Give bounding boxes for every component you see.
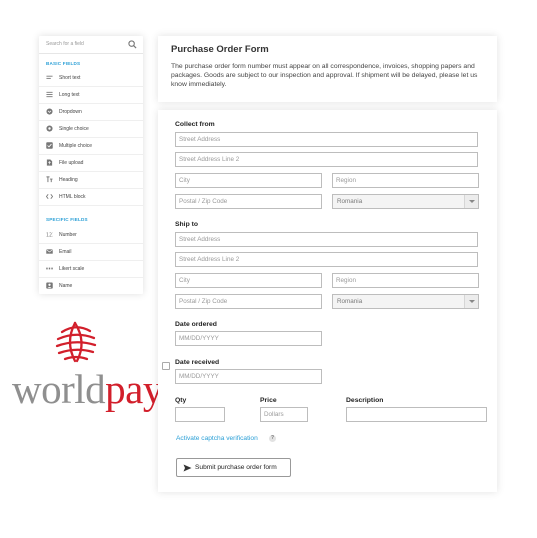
date-ordered-label: Date ordered: [175, 321, 217, 328]
ship-to-heading: Ship to: [175, 221, 199, 228]
page-title: Purchase Order Form: [171, 44, 269, 55]
heading-icon: [46, 176, 53, 183]
sidebar-item-label: Dropdown: [59, 109, 82, 115]
sidebar-item-label: Long text: [59, 92, 80, 98]
collect-city-input[interactable]: City: [175, 173, 322, 188]
date-received-label: Date received: [175, 359, 220, 366]
basic-fields-heading: BASIC FIELDS: [46, 61, 81, 66]
sidebar-item-label: Email: [59, 249, 72, 255]
sidebar-item-short-text[interactable]: Short text: [39, 70, 143, 87]
ship-region-input[interactable]: Region: [332, 273, 479, 288]
sidebar-item-label: Heading: [59, 177, 78, 183]
form-header-card: Purchase Order Form The purchase order f…: [158, 36, 497, 102]
sidebar-item-dropdown[interactable]: Dropdown: [39, 104, 143, 121]
checkbox-icon: [46, 142, 53, 149]
submit-button-label: Submit purchase order form: [195, 464, 277, 471]
date-received-input[interactable]: MM/DD/YYYY: [175, 369, 322, 384]
chevron-down-icon: [464, 295, 478, 308]
collect-region-input[interactable]: Region: [332, 173, 479, 188]
sidebar-item-name[interactable]: Name: [39, 278, 143, 295]
sidebar-item-html-block[interactable]: HTML block: [39, 189, 143, 206]
sidebar-item-label: Multiple choice: [59, 143, 93, 149]
field-search[interactable]: Search for a field: [39, 36, 143, 54]
logo-text-pay: pay: [105, 366, 163, 412]
chevron-down-icon: [464, 195, 478, 208]
sidebar-item-number[interactable]: 123 Number: [39, 227, 143, 244]
sidebar-item-label: HTML block: [59, 194, 86, 200]
description-input[interactable]: [346, 407, 487, 422]
sidebar-item-file-upload[interactable]: File upload: [39, 155, 143, 172]
email-icon: [46, 249, 53, 254]
collect-postal-input[interactable]: Postal / Zip Code: [175, 194, 322, 209]
dropdown-icon: [46, 108, 53, 115]
sidebar-item-single-choice[interactable]: Single choice: [39, 121, 143, 138]
sidebar-item-multiple-choice[interactable]: Multiple choice: [39, 138, 143, 155]
ship-postal-input[interactable]: Postal / Zip Code: [175, 294, 322, 309]
send-icon: [183, 464, 192, 472]
submit-button[interactable]: Submit purchase order form: [176, 458, 291, 477]
ship-city-input[interactable]: City: [175, 273, 322, 288]
ship-country-value: Romania: [337, 298, 363, 305]
collect-street-input[interactable]: Street Address: [175, 132, 478, 147]
qty-label: Qty: [175, 397, 187, 404]
logo-text-world: world: [12, 366, 106, 412]
upload-icon: [46, 159, 53, 166]
svg-text:123: 123: [46, 233, 53, 238]
collect-from-heading: Collect from: [175, 121, 215, 128]
price-label: Price: [260, 397, 277, 404]
ship-street2-input[interactable]: Street Address Line 2: [175, 252, 478, 267]
qty-input[interactable]: [175, 407, 225, 422]
collect-street2-input[interactable]: Street Address Line 2: [175, 152, 478, 167]
long-text-icon: [46, 91, 53, 98]
sidebar-item-likert-scale[interactable]: Likert scale: [39, 261, 143, 278]
sidebar-item-label: Likert scale: [59, 266, 85, 272]
help-icon[interactable]: ?: [269, 435, 276, 442]
short-text-icon: [46, 75, 53, 79]
date-received-checkbox[interactable]: [162, 362, 170, 370]
sidebar-item-email[interactable]: Email: [39, 244, 143, 261]
field-palette-sidebar: Search for a field BASIC FIELDS Short te…: [39, 36, 143, 294]
code-icon: [46, 194, 53, 199]
form-body-card: Collect from Street Address Street Addre…: [158, 110, 497, 492]
worldpay-globe-icon: [55, 321, 97, 363]
description-label: Description: [346, 397, 384, 404]
ship-country-select[interactable]: Romania: [332, 294, 479, 309]
name-icon: [46, 282, 53, 289]
likert-icon: [46, 267, 53, 270]
captcha-link[interactable]: Activate captcha verification: [176, 435, 258, 442]
field-search-input[interactable]: Search for a field: [46, 41, 84, 47]
price-input[interactable]: Dollars: [260, 407, 308, 422]
sidebar-item-label: File upload: [59, 160, 84, 166]
radio-icon: [46, 125, 53, 132]
sidebar-item-label: Name: [59, 283, 73, 289]
sidebar-item-label: Short text: [59, 75, 81, 81]
form-description: The purchase order form number must appe…: [171, 63, 478, 88]
search-icon[interactable]: [128, 40, 137, 49]
sidebar-item-long-text[interactable]: Long text: [39, 87, 143, 104]
collect-country-value: Romania: [337, 198, 363, 205]
specific-fields-heading: SPECIFIC FIELDS: [46, 217, 88, 222]
ship-street-input[interactable]: Street Address: [175, 232, 478, 247]
date-ordered-input[interactable]: MM/DD/YYYY: [175, 331, 322, 346]
number-icon: 123: [46, 233, 53, 238]
collect-country-select[interactable]: Romania: [332, 194, 479, 209]
sidebar-item-label: Single choice: [59, 126, 89, 132]
worldpay-logo: worldpay: [12, 366, 163, 412]
sidebar-item-heading[interactable]: Heading: [39, 172, 143, 189]
sidebar-item-label: Number: [59, 232, 77, 238]
